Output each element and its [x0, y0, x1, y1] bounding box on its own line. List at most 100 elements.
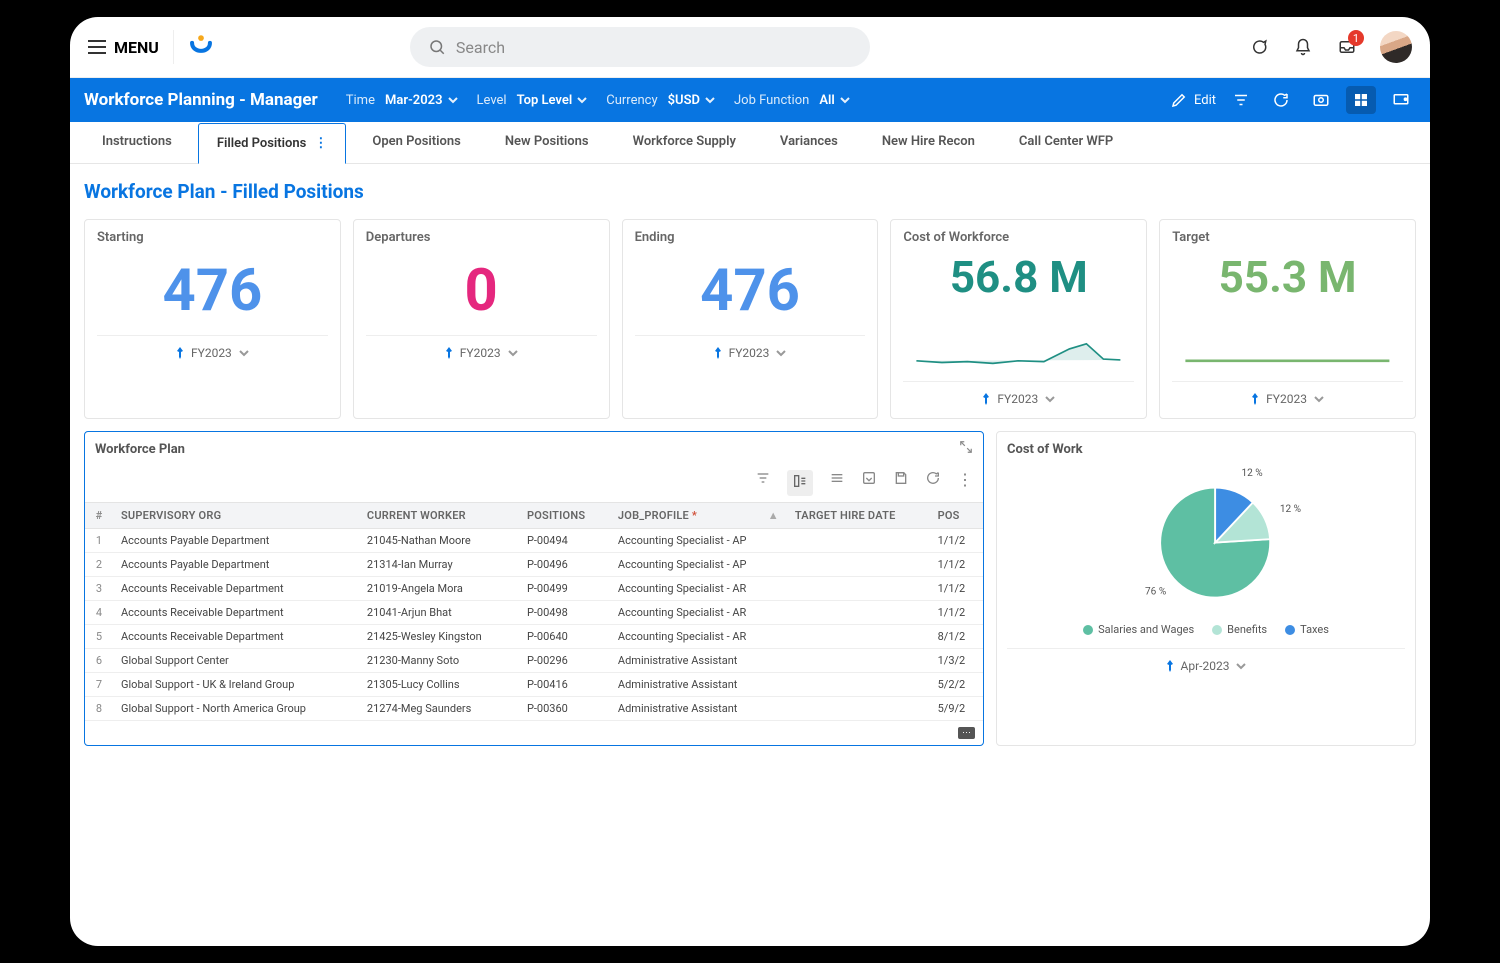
refresh-icon[interactable] — [1266, 86, 1296, 114]
search-icon — [428, 38, 446, 56]
tabs: Instructions Filled Positions⋮ Open Posi… — [70, 122, 1430, 164]
toolbar-columns-icon[interactable] — [787, 470, 813, 496]
filter-job-value[interactable]: All — [819, 93, 850, 108]
tab-filled-positions[interactable]: Filled Positions⋮ — [198, 123, 347, 164]
tab-call-center-wfp[interactable]: Call Center WFP — [1001, 122, 1131, 163]
grid-view-icon[interactable] — [1346, 86, 1376, 114]
table-row[interactable]: 7Global Support - UK & Ireland Group2130… — [85, 673, 983, 697]
inbox-badge: 1 — [1348, 30, 1364, 46]
toolbar-refresh-icon[interactable] — [925, 470, 941, 496]
avatar[interactable] — [1380, 31, 1412, 63]
filter-currency-value[interactable]: $USD — [668, 93, 716, 108]
tab-instructions[interactable]: Instructions — [84, 122, 190, 163]
hamburger-icon — [88, 40, 106, 54]
tab-options-icon[interactable]: ⋮ — [314, 136, 327, 151]
app-topbar: MENU Search 1 — [70, 17, 1430, 78]
table-row[interactable]: 6Global Support Center21230-Manny SotoP-… — [85, 649, 983, 673]
filter-level-label: Level — [477, 93, 507, 108]
pencil-icon — [1170, 91, 1188, 109]
chevron-down-icon — [1313, 393, 1325, 405]
page-context-title: Workforce Planning - Manager — [84, 90, 318, 110]
table-row[interactable]: 3Accounts Receivable Department21019-Ang… — [85, 577, 983, 601]
card-footer[interactable]: FY2023 — [903, 381, 1134, 406]
table-row[interactable]: 4Accounts Receivable Department21041-Arj… — [85, 601, 983, 625]
pin-icon — [981, 393, 991, 405]
pie-chart: 76 %12 %12 % — [1096, 463, 1316, 613]
card-footer[interactable]: FY2023 — [366, 335, 597, 360]
card-departures: Departures 0 FY2023 — [353, 219, 610, 419]
search-input[interactable]: Search — [410, 27, 870, 67]
page-title: Workforce Plan - Filled Positions — [70, 164, 1430, 219]
pie-title: Cost of Work — [1007, 442, 1405, 457]
svg-text:12 %: 12 % — [1241, 468, 1262, 479]
pin-icon — [1165, 660, 1175, 672]
table-title: Workforce Plan — [95, 442, 185, 457]
column-header[interactable]: POS — [930, 503, 983, 529]
card-target: Target 55.3 M FY2023 — [1159, 219, 1416, 419]
tab-open-positions[interactable]: Open Positions — [354, 122, 479, 163]
kpi-cards: Starting 476 FY2023 Departures 0 FY2023 … — [70, 219, 1430, 419]
card-footer[interactable]: FY2023 — [635, 335, 866, 360]
divider — [173, 30, 174, 64]
present-icon[interactable] — [1386, 86, 1416, 114]
svg-text:76 %: 76 % — [1145, 587, 1166, 598]
table-row[interactable]: 8Global Support - North America Group212… — [85, 697, 983, 721]
menu-button[interactable]: MENU — [88, 38, 159, 57]
menu-label: MENU — [114, 38, 159, 57]
column-header[interactable]: POSITIONS — [519, 503, 610, 529]
card-footer[interactable]: FY2023 — [1172, 381, 1403, 406]
column-header[interactable]: JOB_PROFILE * ▲ — [610, 503, 787, 529]
filter-time-label: Time — [346, 93, 375, 108]
app-logo[interactable] — [188, 34, 214, 60]
column-header[interactable]: # — [85, 503, 113, 529]
pin-icon — [175, 347, 185, 359]
tab-workforce-supply[interactable]: Workforce Supply — [615, 122, 754, 163]
toolbar-more-icon[interactable]: ⋮ — [957, 470, 973, 496]
table-footer-chip: ⋯ — [958, 727, 975, 739]
toolbar-rows-icon[interactable] — [829, 470, 845, 496]
card-cost-of-workforce: Cost of Workforce 56.8 M FY2023 — [890, 219, 1147, 419]
chevron-down-icon — [238, 347, 250, 359]
search-placeholder: Search — [456, 38, 505, 57]
filter-level-value[interactable]: Top Level — [517, 93, 589, 108]
expand-icon[interactable] — [959, 440, 973, 458]
filter-currency-label: Currency — [606, 93, 657, 108]
chevron-down-icon — [1235, 660, 1247, 672]
tab-new-positions[interactable]: New Positions — [487, 122, 607, 163]
toolbar-save-icon[interactable] — [893, 470, 909, 496]
toolbar-filter-icon[interactable] — [755, 470, 771, 496]
table-row[interactable]: 1Accounts Payable Department21045-Nathan… — [85, 529, 983, 553]
notifications-icon[interactable] — [1292, 36, 1314, 58]
card-footer[interactable]: FY2023 — [97, 335, 328, 360]
workforce-plan-table-card: Workforce Plan ⋮ #SUPERVISORY ORGCURRENT… — [84, 431, 984, 746]
filter-job-label: Job Function — [734, 93, 809, 108]
filter-icon[interactable] — [1226, 86, 1256, 114]
pin-icon — [1250, 393, 1260, 405]
column-header[interactable]: CURRENT WORKER — [359, 503, 519, 529]
pin-icon — [713, 347, 723, 359]
screenshot-icon[interactable] — [1306, 86, 1336, 114]
starting-value: 476 — [97, 257, 328, 325]
inbox-icon[interactable]: 1 — [1336, 36, 1358, 58]
column-header[interactable]: SUPERVISORY ORG — [113, 503, 359, 529]
edit-button[interactable]: Edit — [1170, 91, 1216, 109]
filter-time-value[interactable]: Mar-2023 — [385, 93, 459, 108]
sparkline — [903, 337, 1134, 371]
pie-legend: Salaries and Wages Benefits Taxes — [1083, 623, 1329, 636]
target-value: 55.3 M — [1172, 251, 1403, 303]
chevron-down-icon — [507, 347, 519, 359]
column-header[interactable]: TARGET HIRE DATE — [787, 503, 930, 529]
tab-variances[interactable]: Variances — [762, 122, 856, 163]
table-row[interactable]: 2Accounts Payable Department21314-Ian Mu… — [85, 553, 983, 577]
pie-footer[interactable]: Apr-2023 — [1007, 648, 1405, 673]
tab-new-hire-recon[interactable]: New Hire Recon — [864, 122, 993, 163]
context-bar: Workforce Planning - Manager Time Mar-20… — [70, 78, 1430, 122]
ending-value: 476 — [635, 257, 866, 325]
cost-of-work-card: Cost of Work 76 %12 %12 % Salaries and W… — [996, 431, 1416, 746]
pin-icon — [444, 347, 454, 359]
workforce-plan-table[interactable]: #SUPERVISORY ORGCURRENT WORKERPOSITIONSJ… — [85, 502, 983, 721]
toolbar-export-icon[interactable] — [861, 470, 877, 496]
card-starting: Starting 476 FY2023 — [84, 219, 341, 419]
chat-icon[interactable] — [1248, 36, 1270, 58]
table-row[interactable]: 5Accounts Receivable Department21425-Wes… — [85, 625, 983, 649]
